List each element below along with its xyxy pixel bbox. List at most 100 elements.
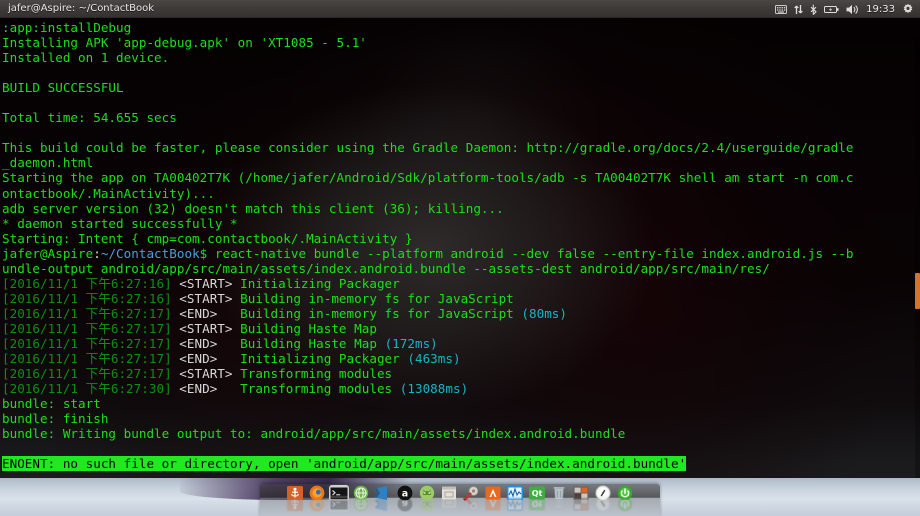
terminal-output[interactable]: :app:installDebug Installing APK 'app-deb… — [0, 18, 920, 478]
dock-item-qt-creator[interactable]: Qt Qt — [527, 485, 548, 515]
terminal-line: [2016/11/1 下午6:27:17] <END> Building in-… — [2, 306, 920, 321]
terminal-line: [2016/11/1 下午6:27:16] <START> Initializi… — [2, 276, 920, 291]
tray-clock[interactable]: 19:33 — [866, 4, 895, 15]
terminal-line: This build could be faster, please consi… — [2, 140, 920, 155]
terminal-text: Building Haste Map — [240, 320, 377, 336]
dock-item-system-monitor[interactable] — [505, 485, 526, 515]
terminal-text: undle-output android/app/src/main/assets… — [2, 260, 770, 276]
terminal-text: jafer@Aspire — [2, 245, 94, 261]
terminal-line: undle-output android/app/src/main/assets… — [2, 261, 920, 276]
terminal-text: [2016/11/1 下午6:27:17] — [2, 305, 180, 321]
terminal-text: bundle: finish — [2, 411, 109, 427]
terminal-line: BUILD SUCCESSFUL — [2, 80, 920, 95]
terminal-scrollbar-thumb[interactable] — [915, 273, 920, 309]
terminal-scrollbar[interactable] — [915, 36, 920, 478]
terminal-text: Building in-memory fs for JavaScript — [240, 290, 514, 306]
dock-item-tools[interactable] — [461, 485, 482, 515]
dock-item-android-studio[interactable] — [417, 485, 438, 515]
terminal-line: bundle: start — [2, 396, 920, 411]
terminal-text: ontactbook/.MainActivity)... — [2, 185, 215, 201]
volume-icon[interactable] — [846, 4, 859, 15]
terminal-line: Starting: Intent { cmp=com.contactbook/.… — [2, 231, 920, 246]
application-dock[interactable]: a a Qt Qt — [260, 484, 660, 516]
dock-item-terminal[interactable] — [328, 485, 350, 515]
terminal-text: Initializing Packager — [240, 351, 408, 367]
terminal-text: Installed on 1 device. — [2, 50, 170, 66]
terminal-text: (172ms) — [384, 335, 438, 351]
terminal-line: bundle: Writing bundle output to: androi… — [2, 426, 920, 441]
anchor-icon-reflection — [285, 497, 305, 512]
dock-item-trash[interactable] — [549, 485, 570, 515]
terminal-line: [2016/11/1 下午6:27:17] <END> Initializing… — [2, 351, 920, 366]
vscode-icon-reflection — [373, 497, 393, 512]
terminal-text: [2016/11/1 下午6:27:30] — [2, 381, 180, 397]
terminal-text: This build could be faster, please consi… — [2, 140, 854, 156]
dock-item-atom[interactable]: aa — [395, 485, 416, 515]
terminal-text: Building Haste Map — [240, 335, 385, 351]
terminal-text: Building in-memory fs for JavaScript — [240, 305, 522, 321]
terminal-line: Total time: 54.655 secs — [2, 110, 920, 125]
dock-item-atom-orange[interactable] — [483, 485, 504, 515]
terminal-text: <END> — [179, 305, 241, 321]
terminal-line: [2016/11/1 下午6:27:30] <END> Transforming… — [2, 381, 920, 396]
terminal-text: <END> — [179, 381, 241, 397]
terminal-line: _daemon.html — [2, 155, 920, 170]
terminal-line: ENOENT: no such file or directory, open … — [2, 456, 920, 472]
dock-item-compass[interactable] — [593, 485, 614, 515]
atom-orange-icon-reflection — [483, 497, 503, 512]
dock-item-power[interactable] — [615, 485, 636, 515]
terminal-text: [2016/11/1 下午6:27:17] — [2, 320, 180, 336]
terminal-text: : — [93, 245, 101, 261]
terminal-text: <START> — [179, 290, 241, 306]
terminal-text: ~/ContactBook — [100, 245, 200, 261]
terminal-text: <START> — [179, 320, 241, 336]
terminal-text: [2016/11/1 — [2, 275, 86, 291]
terminal-icon-reflection — [328, 496, 349, 512]
dock-item-vscode[interactable] — [373, 485, 394, 515]
dock-item-files[interactable] — [439, 485, 460, 515]
terminal-line: adb server version (32) doesn't match th… — [2, 201, 920, 216]
terminal-text: bundle: Writing bundle output to: androi… — [2, 426, 626, 442]
green-globe-icon-reflection — [351, 496, 371, 512]
android-studio-icon-reflection — [417, 496, 437, 512]
bluetooth-icon[interactable] — [810, 4, 817, 15]
dock-item-firefox[interactable] — [307, 485, 328, 515]
terminal-text: [2016/11/1 下午6:27:17] — [2, 366, 180, 382]
battery-icon[interactable] — [824, 5, 839, 14]
keyboard-icon[interactable] — [775, 4, 788, 14]
system-monitor-icon-reflection — [505, 497, 525, 512]
terminal-text: <END> — [179, 335, 241, 351]
qt-icon-reflection: Qt — [527, 497, 547, 512]
terminal-text: <START> — [179, 366, 241, 382]
terminal-line: Starting the app on TA00402T7K (/home/ja… — [2, 170, 920, 185]
network-updown-icon[interactable] — [794, 4, 803, 15]
terminal-text: Transforming modules — [240, 366, 393, 382]
terminal-text: (80ms) — [521, 305, 568, 321]
window-titlebar[interactable]: jafer@Aspire: ~/ContactBook 19:33 — [0, 0, 920, 18]
dock-item-android-emulator[interactable] — [351, 485, 372, 515]
grid-icon-reflection — [571, 497, 591, 512]
terminal-text: Transforming modules — [240, 381, 400, 397]
window-title: jafer@Aspire: ~/ContactBook — [8, 3, 155, 14]
atom-a-icon-reflection: a — [395, 496, 415, 512]
settings-gear-icon[interactable] — [902, 3, 914, 15]
terminal-text: BUILD SUCCESSFUL — [2, 80, 124, 96]
terminal-text: [2016/11/1 下午6:27:17] — [2, 335, 180, 351]
terminal-text: (463ms) — [407, 351, 461, 367]
terminal-text: Total time: 54.655 secs — [2, 110, 177, 126]
dock-item-cairo-dock[interactable] — [285, 485, 306, 515]
system-tray: 19:33 — [775, 0, 914, 18]
terminal-line: [2016/11/1 下午6:27:16] <START> Building i… — [2, 291, 920, 306]
desktop-screen: jafer@Aspire: ~/ContactBook 19:33:app:i… — [0, 0, 920, 516]
svg-text:Qt: Qt — [531, 499, 542, 508]
terminal-text: Initializing Packager — [240, 275, 400, 291]
terminal-text: Installing APK 'app-debug.apk' on 'XT108… — [2, 35, 367, 51]
terminal-line: :app:installDebug — [2, 20, 920, 35]
terminal-text: [2016/11/1 下午6:27:17] — [2, 351, 180, 367]
terminal-text: bundle: start — [2, 396, 101, 412]
dock-item-workspaces[interactable] — [571, 485, 592, 515]
terminal-text: 下午6:27:16] — [85, 275, 180, 291]
